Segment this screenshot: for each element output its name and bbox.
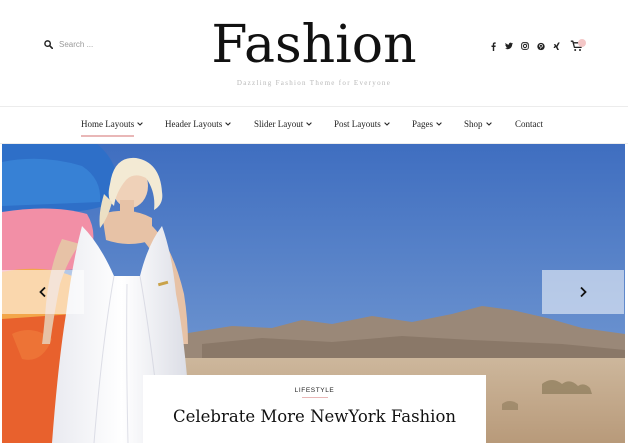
nav-item-contact[interactable]: Contact — [515, 119, 543, 129]
site-tagline: Dazzling Fashion Theme for Everyone — [236, 79, 392, 87]
social-links — [489, 41, 561, 51]
slider-prev-button[interactable] — [2, 270, 84, 314]
cart-count-badge — [578, 39, 586, 47]
hero-slider: LIFESTYLE Celebrate More NewYork Fashion — [2, 144, 625, 443]
site-header: Fashion Dazzling Fashion Theme for Every… — [0, 0, 628, 107]
nav-item-pages[interactable]: Pages — [412, 119, 442, 129]
chevron-down-icon — [436, 122, 442, 126]
chevron-left-icon — [39, 286, 46, 298]
nav-item-label: Home Layouts — [81, 119, 135, 129]
nav-item-label: Post Layouts — [334, 119, 381, 129]
category-underline — [302, 397, 328, 398]
nav-item-header-layouts[interactable]: Header Layouts — [165, 119, 232, 129]
nav-item-shop[interactable]: Shop — [464, 119, 492, 129]
main-navigation: Home Layouts Header Layouts Slider Layou… — [0, 107, 628, 144]
nav-item-label: Pages — [412, 119, 433, 129]
nav-item-slider-layout[interactable]: Slider Layout — [254, 119, 313, 129]
nav-item-label: Header Layouts — [165, 119, 223, 129]
nav-item-post-layouts[interactable]: Post Layouts — [334, 119, 390, 129]
chevron-down-icon — [485, 122, 492, 126]
twitter-icon[interactable] — [505, 41, 513, 51]
chevron-down-icon — [306, 122, 313, 126]
facebook-icon[interactable] — [489, 41, 497, 51]
slide-caption: LIFESTYLE Celebrate More NewYork Fashion — [143, 375, 486, 443]
slide-category[interactable]: LIFESTYLE — [143, 387, 486, 394]
chevron-down-icon — [137, 122, 144, 126]
slider-next-button[interactable] — [542, 270, 624, 314]
nav-item-label: Contact — [515, 119, 543, 129]
slide-title[interactable]: Celebrate More NewYork Fashion — [143, 407, 486, 426]
pinterest-icon[interactable] — [537, 41, 545, 51]
nav-item-label: Slider Layout — [254, 119, 304, 129]
chevron-down-icon — [383, 122, 390, 126]
chevron-right-icon — [580, 286, 587, 298]
chevron-down-icon — [225, 122, 232, 126]
nav-item-home-layouts[interactable]: Home Layouts — [81, 119, 144, 137]
nav-item-label: Shop — [464, 119, 483, 129]
xing-icon[interactable] — [553, 41, 561, 51]
instagram-icon[interactable] — [521, 41, 529, 51]
